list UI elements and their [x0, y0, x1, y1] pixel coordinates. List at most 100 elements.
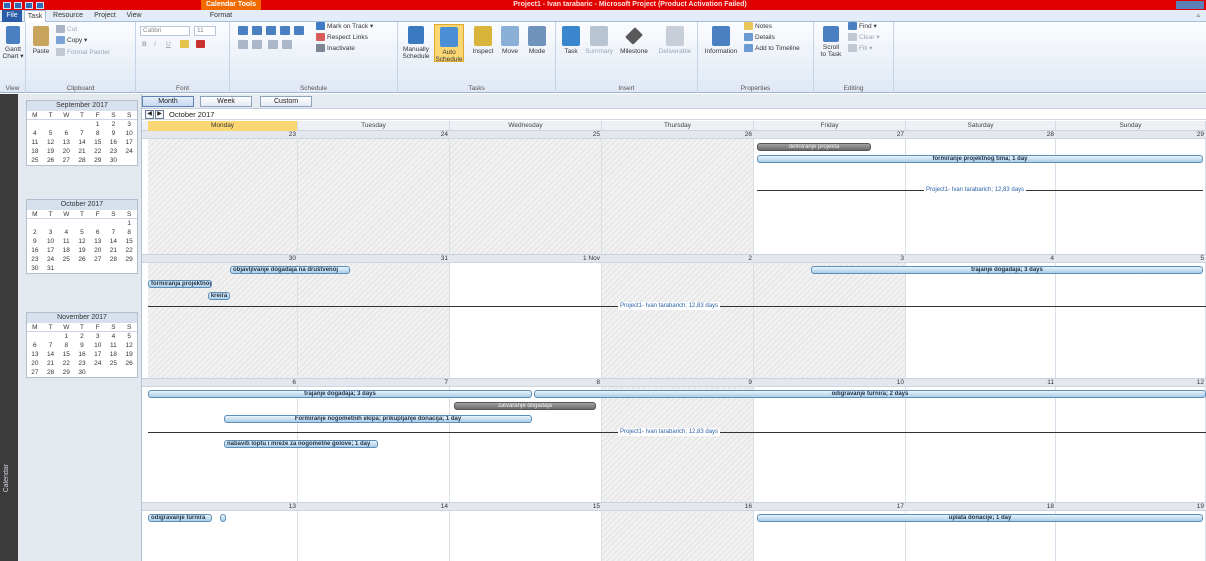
minical-title[interactable]: October 2017: [27, 200, 137, 210]
minical-day[interactable]: 10: [121, 129, 137, 138]
minical-day[interactable]: 27: [58, 156, 74, 165]
minical-day[interactable]: 31: [43, 264, 59, 273]
minical-day[interactable]: 18: [27, 147, 43, 156]
seventyfive-percent-icon[interactable]: [280, 26, 290, 35]
minical-day[interactable]: 4: [27, 129, 43, 138]
day-cell[interactable]: [298, 131, 450, 254]
scroll-to-task-button[interactable]: Scroll to Task: [818, 26, 844, 58]
minical-day[interactable]: 11: [58, 237, 74, 246]
task-bar-uplata[interactable]: uplata donacije; 1 day: [757, 514, 1203, 522]
minical-day[interactable]: 21: [74, 147, 90, 156]
day-cell[interactable]: [906, 503, 1056, 561]
minical-day[interactable]: 22: [90, 147, 106, 156]
task-bar-formiranja[interactable]: formiranja projektnog: [148, 280, 212, 288]
next-month-icon[interactable]: ▶: [155, 110, 164, 119]
format-painter-button[interactable]: Format Painter: [56, 48, 110, 58]
day-cell[interactable]: [1056, 131, 1206, 254]
highlight-color-icon[interactable]: [180, 40, 191, 50]
task-bar-trajanje[interactable]: trajanje događaja; 3 days: [811, 266, 1203, 274]
task-bar-small[interactable]: [220, 514, 226, 522]
minical-day[interactable]: 6: [58, 129, 74, 138]
previous-month-icon[interactable]: ◀: [145, 110, 154, 119]
day-cell[interactable]: [602, 131, 754, 254]
outdent-icon[interactable]: [238, 40, 248, 49]
project-summary-label[interactable]: Project1- Ivan tarabarich; 12,83 days: [618, 302, 721, 310]
minical-day[interactable]: 13: [27, 350, 43, 359]
project-summary-label[interactable]: Project1- Ivan tarabarich; 12,83 days: [618, 428, 721, 436]
day-cell[interactable]: [602, 255, 754, 378]
minical-day[interactable]: 5: [43, 129, 59, 138]
manually-schedule-button[interactable]: Manually Schedule: [400, 26, 432, 60]
minical-day[interactable]: 17: [43, 246, 59, 255]
minical-day[interactable]: 17: [121, 138, 137, 147]
find-button[interactable]: Find ▾: [848, 22, 877, 32]
minical-day[interactable]: 24: [121, 147, 137, 156]
minical-day[interactable]: 25: [27, 156, 43, 165]
minical-day[interactable]: 30: [106, 156, 122, 165]
task-bar-definiranje-projekta[interactable]: definiranje projekta: [757, 143, 871, 151]
custom-view-button[interactable]: Custom: [260, 96, 312, 107]
day-cell[interactable]: [602, 503, 754, 561]
mode-button[interactable]: Mode: [524, 26, 550, 55]
inspect-button[interactable]: Inspect: [470, 26, 496, 55]
task-bar-trajanje[interactable]: trajanje događaja; 3 days: [148, 390, 532, 398]
minical-day[interactable]: 20: [90, 246, 106, 255]
task-bar-odigravanje[interactable]: odigravanje turnira: [148, 514, 212, 522]
minical-day[interactable]: 19: [121, 350, 137, 359]
minical-day[interactable]: 1: [90, 120, 106, 129]
tab-task[interactable]: Task: [24, 10, 46, 22]
ribbon-collapse-icon[interactable]: ▵: [1196, 11, 1200, 19]
copy-button[interactable]: Copy ▾: [56, 36, 87, 46]
details-button[interactable]: Details: [744, 33, 775, 43]
day-cell[interactable]: [754, 503, 906, 561]
project-summary-label[interactable]: Project1- Ivan tarabarich; 12,83 days: [924, 186, 1027, 194]
underline-button[interactable]: U: [166, 40, 171, 50]
minical-day[interactable]: 15: [58, 350, 74, 359]
minical-day[interactable]: 1: [58, 332, 74, 341]
minical-day[interactable]: 3: [43, 228, 59, 237]
minical-day[interactable]: 11: [106, 341, 122, 350]
minical-day[interactable]: 30: [27, 264, 43, 273]
font-size-select[interactable]: 11: [194, 26, 216, 36]
summary-button[interactable]: Summary: [584, 26, 614, 55]
gantt-chart-button[interactable]: Gantt Chart ▾: [2, 26, 24, 60]
task-bar-formiranje-tima[interactable]: formiranje projektnog tima; 1 day: [757, 155, 1203, 163]
day-cell[interactable]: [148, 503, 298, 561]
minical-day[interactable]: 24: [90, 359, 106, 368]
minical-day[interactable]: 20: [27, 359, 43, 368]
day-cell[interactable]: [450, 131, 602, 254]
cut-button[interactable]: Cut: [56, 25, 77, 35]
minical-day[interactable]: 13: [90, 237, 106, 246]
save-icon[interactable]: [14, 1, 22, 9]
minical-day[interactable]: 8: [90, 129, 106, 138]
minical-day[interactable]: 27: [27, 368, 43, 377]
minical-day[interactable]: 26: [43, 156, 59, 165]
minical-day[interactable]: 5: [121, 332, 137, 341]
mark-on-track-button[interactable]: Mark on Track ▾: [316, 22, 373, 32]
clear-button[interactable]: Clear ▾: [848, 33, 880, 43]
minical-day[interactable]: 15: [121, 237, 137, 246]
tab-format[interactable]: Format: [206, 10, 236, 22]
minical-day[interactable]: 18: [58, 246, 74, 255]
tab-file[interactable]: File: [2, 10, 22, 22]
auto-schedule-button[interactable]: Auto Schedule: [434, 24, 464, 63]
minical-day[interactable]: 12: [74, 237, 90, 246]
minical-day[interactable]: 10: [90, 341, 106, 350]
minical-day[interactable]: 9: [27, 237, 43, 246]
minical-day[interactable]: 1: [121, 219, 137, 228]
month-view-button[interactable]: Month: [142, 96, 194, 107]
unlink-icon[interactable]: [282, 40, 292, 49]
italic-button[interactable]: I: [154, 40, 156, 50]
minical-day[interactable]: 7: [43, 341, 59, 350]
bold-button[interactable]: B: [142, 40, 147, 50]
minical-day[interactable]: 28: [43, 368, 59, 377]
indent-icon[interactable]: [252, 40, 262, 49]
minical-day[interactable]: 5: [74, 228, 90, 237]
minical-day[interactable]: 22: [121, 246, 137, 255]
fill-button[interactable]: Fill ▾: [848, 44, 872, 54]
minical-day[interactable]: 26: [121, 359, 137, 368]
minical-day[interactable]: 15: [90, 138, 106, 147]
minical-day[interactable]: 19: [43, 147, 59, 156]
minical-day[interactable]: 4: [58, 228, 74, 237]
minical-day[interactable]: 23: [106, 147, 122, 156]
